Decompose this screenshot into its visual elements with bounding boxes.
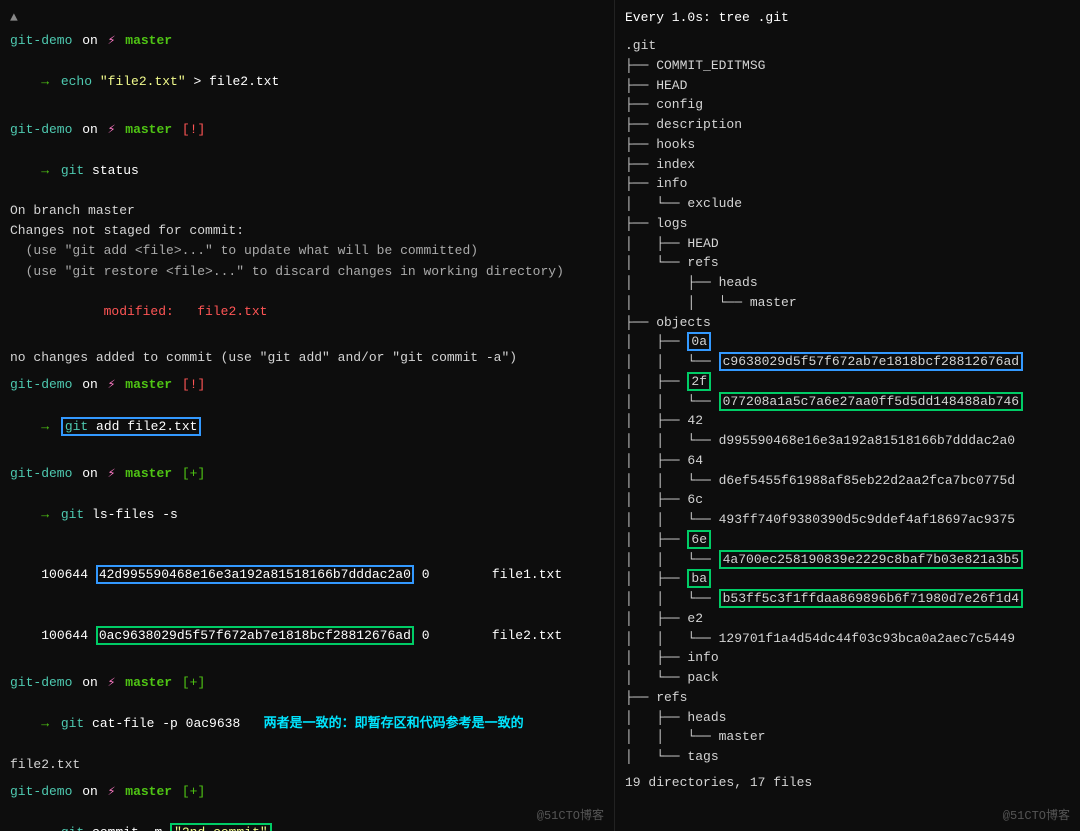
cmd-commit: → git commit -m "2nd commit" — [10, 803, 604, 831]
prompt-echo: git-demo on ⚡ master — [10, 30, 604, 52]
tree-objects: ├── objects — [625, 313, 1070, 333]
tree-description: ├── description — [625, 115, 1070, 135]
cat-file-blob-output: file2.txt — [10, 755, 604, 775]
left-panel: ▲ git-demo on ⚡ master → echo "file2.txt… — [0, 0, 615, 831]
prompt-commit: git-demo on ⚡ master [+] — [10, 781, 604, 803]
tree-obj-64-hash: │ │ └── d6ef5455f61988af85eb22d2aa2fca7b… — [625, 471, 1070, 491]
tree-obj-e2: │ ├── e2 — [625, 609, 1070, 629]
tree-obj-64: │ ├── 64 — [625, 451, 1070, 471]
cmd-cat-file-blob: → git cat-file -p 0ac9638 两者是一致的：即暂存区和代码… — [10, 694, 604, 754]
tree-obj-0a: │ ├── 0a — [625, 332, 1070, 352]
cmd-git-status: → git status — [10, 141, 604, 201]
status-modified: modified: file2.txt — [10, 282, 604, 342]
watermark-right: @51CTO博客 — [1003, 806, 1070, 823]
status-hint-1: (use "git add <file>..." to update what … — [10, 241, 604, 261]
tree-obj-6e-hash: │ │ └── 4a700ec258190839e2229c8baf7b03e8… — [625, 550, 1070, 570]
tree-obj-pack: │ └── pack — [625, 668, 1070, 688]
cmd-ls-files: → git ls-files -s — [10, 485, 604, 545]
tree-refs: ├── refs — [625, 688, 1070, 708]
tree-obj-42-hash: │ │ └── d995590468e16e3a192a81518166b7dd… — [625, 431, 1070, 451]
tree-logs-master: │ │ └── master — [625, 293, 1070, 313]
arrow-marker: ▲ — [10, 8, 604, 28]
tree-obj-ba-hash: │ │ └── b53ff5c3f1ffdaa869896b6f71980d7e… — [625, 589, 1070, 609]
status-hint-2: (use "git restore <file>..." to discard … — [10, 262, 604, 282]
tree-obj-ba: │ ├── ba — [625, 569, 1070, 589]
tree-refs-master: │ │ └── master — [625, 727, 1070, 747]
right-panel: Every 1.0s: tree .git .git ├── COMMIT_ED… — [615, 0, 1080, 831]
cmd-git-add: → git add file2.txt — [10, 396, 604, 456]
tree-root: .git — [625, 36, 1070, 56]
right-header: Every 1.0s: tree .git — [625, 8, 1070, 28]
tree-refs-heads: │ ├── heads — [625, 708, 1070, 728]
status-output-2: Changes not staged for commit: — [10, 221, 604, 241]
watermark: @51CTO博客 — [537, 806, 604, 823]
tree-obj-42: │ ├── 42 — [625, 411, 1070, 431]
tree-index: ├── index — [625, 155, 1070, 175]
ls-file-2: 100644 0ac9638029d5f57f672ab7e1818bcf288… — [10, 606, 604, 666]
prompt-cat-file-blob: git-demo on ⚡ master [+] — [10, 672, 604, 694]
prompt-user: git-demo — [10, 30, 72, 52]
tree-obj-0a-hash: │ │ └── c9638029d5f57f672ab7e1818bcf2881… — [625, 352, 1070, 372]
tree-obj-2f-hash: │ │ └── 077208a1a5c7a6e27aa0ff5d5dd14848… — [625, 392, 1070, 412]
tree-obj-6c-hash: │ │ └── 493ff740f9380390d5c9ddef4af18697… — [625, 510, 1070, 530]
tree-head: ├── HEAD — [625, 76, 1070, 96]
tree-info: ├── info — [625, 174, 1070, 194]
prompt-git-add: git-demo on ⚡ master [!] — [10, 374, 604, 396]
tree-logs-refs: │ └── refs — [625, 253, 1070, 273]
tree-obj-6c: │ ├── 6c — [625, 490, 1070, 510]
tree-summary: 19 directories, 17 files — [625, 773, 1070, 793]
tree-logs-heads: │ ├── heads — [625, 273, 1070, 293]
tree-obj-e2-hash: │ │ └── 129701f1a4d54dc44f03c93bca0a2aec… — [625, 629, 1070, 649]
tree-obj-2f: │ ├── 2f — [625, 372, 1070, 392]
cmd-echo: → echo "file2.txt" > file2.txt — [10, 52, 604, 112]
tree-info-exclude: │ └── exclude — [625, 194, 1070, 214]
tree-logs: ├── logs — [625, 214, 1070, 234]
tree-commit-editmsg: ├── COMMIT_EDITMSG — [625, 56, 1070, 76]
tree-refs-tags: │ └── tags — [625, 747, 1070, 767]
prompt-ls-files: git-demo on ⚡ master [+] — [10, 463, 604, 485]
prompt-git-status: git-demo on ⚡ master [!] — [10, 119, 604, 141]
status-no-changes: no changes added to commit (use "git add… — [10, 348, 604, 368]
tree-obj-info: │ ├── info — [625, 648, 1070, 668]
status-output-1: On branch master — [10, 201, 604, 221]
tree-obj-6e: │ ├── 6e — [625, 530, 1070, 550]
label-same: 两者是一致的：即暂存区和代码参考是一致的 — [264, 716, 524, 731]
tree-hooks: ├── hooks — [625, 135, 1070, 155]
tree-logs-head: │ ├── HEAD — [625, 234, 1070, 254]
tree-config: ├── config — [625, 95, 1070, 115]
ls-file-1: 100644 42d995590468e16e3a192a81518166b7d… — [10, 545, 604, 605]
